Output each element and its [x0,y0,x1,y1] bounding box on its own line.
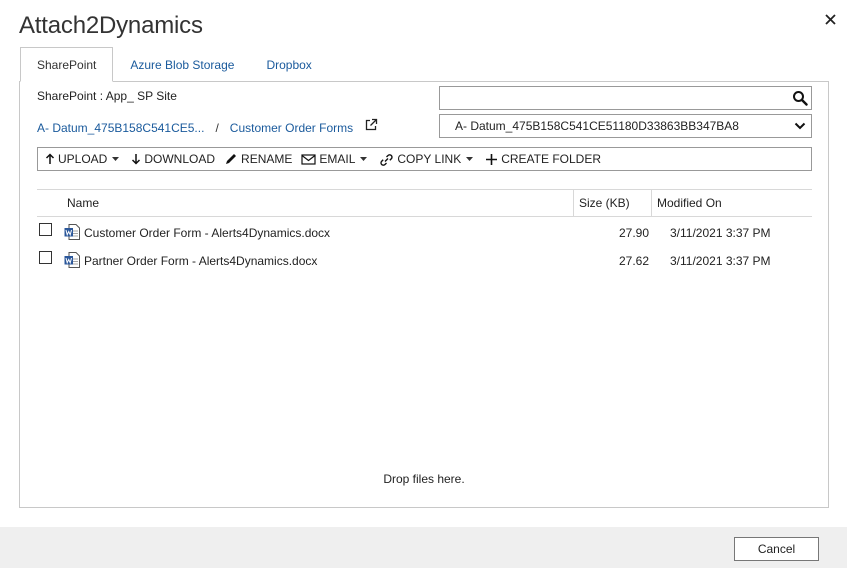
arrow-up-icon [45,153,55,164]
chevron-down-icon [794,122,806,130]
caret-down-icon [112,157,120,161]
envelope-icon [301,153,316,165]
file-name-link[interactable]: Partner Order Form - Alerts4Dynamics.doc… [84,254,317,268]
file-size: 27.90 [618,226,649,240]
search-icon[interactable] [792,90,808,106]
file-name-link[interactable]: Customer Order Form - Alerts4Dynamics.do… [84,226,330,240]
upload-button[interactable]: UPLOAD [45,152,122,166]
close-button[interactable] [819,8,841,30]
site-label: SharePoint : App_ SP Site [37,89,177,103]
dialog-footer: Cancel [0,527,847,568]
dialog-title: Attach2Dynamics [19,12,203,39]
breadcrumb: A- Datum_475B158C541CE5... / Customer Or… [37,121,353,135]
cancel-button[interactable]: Cancel [734,537,819,561]
upload-label: UPLOAD [58,152,108,166]
link-icon [380,153,393,166]
drop-zone-text[interactable]: Drop files here. [20,472,828,486]
plus-icon [486,153,498,165]
column-divider [573,190,574,216]
column-header-modified[interactable]: Modified On [657,190,722,216]
file-modified: 3/11/2021 3:37 PM [670,254,771,268]
breadcrumb-separator: / [215,121,219,135]
rename-button[interactable]: RENAME [224,152,292,166]
row-checkbox[interactable] [39,223,52,236]
create-folder-button[interactable]: CREATE FOLDER [485,152,601,166]
table-row[interactable]: Customer Order Form - Alerts4Dynamics.do… [37,218,812,246]
tab-dropbox[interactable]: Dropbox [250,47,327,82]
table-row[interactable]: Partner Order Form - Alerts4Dynamics.doc… [37,246,812,274]
file-size: 27.62 [618,254,649,268]
download-label: DOWNLOAD [144,152,216,166]
search-input[interactable] [440,87,785,109]
sharepoint-panel: SharePoint : App_ SP Site A- Datum_475B1… [19,81,829,508]
word-document-icon [64,252,80,268]
email-label: EMAIL [319,152,356,166]
search-box [439,86,812,110]
create-folder-label: CREATE FOLDER [501,152,601,166]
copy-link-label: COPY LINK [397,152,462,166]
row-checkbox[interactable] [39,251,52,264]
open-external-icon[interactable] [364,118,378,132]
word-document-icon [64,224,80,240]
email-button[interactable]: EMAIL [301,152,370,166]
copy-link-button[interactable]: COPY LINK [379,152,476,166]
breadcrumb-current-link[interactable]: Customer Order Forms [230,121,353,135]
pencil-icon [226,154,237,164]
column-header-size[interactable]: Size (KB) [579,190,630,216]
rename-label: RENAME [241,152,293,166]
arrow-down-icon [132,154,141,165]
caret-down-icon [466,157,474,161]
folder-select-value: A- Datum_475B158C541CE51180D33863BB347BA… [455,119,739,133]
tab-azure-blob-storage[interactable]: Azure Blob Storage [113,47,250,82]
close-icon [824,13,836,25]
column-divider [651,190,652,216]
folder-select[interactable]: A- Datum_475B158C541CE51180D33863BB347BA… [439,114,812,138]
tab-sharepoint[interactable]: SharePoint [20,47,114,82]
file-grid-header: Name Size (KB) Modified On [37,189,812,217]
caret-down-icon [360,157,368,161]
file-toolbar: UPLOAD DOWNLOAD RENAME EMAIL COPY LINK C… [37,147,812,171]
storage-tabs: SharePoint Azure Blob Storage Dropbox [20,47,328,82]
column-header-name[interactable]: Name [67,190,99,216]
file-modified: 3/11/2021 3:37 PM [670,226,771,240]
download-button[interactable]: DOWNLOAD [131,152,215,166]
breadcrumb-root-link[interactable]: A- Datum_475B158C541CE5... [37,121,204,135]
